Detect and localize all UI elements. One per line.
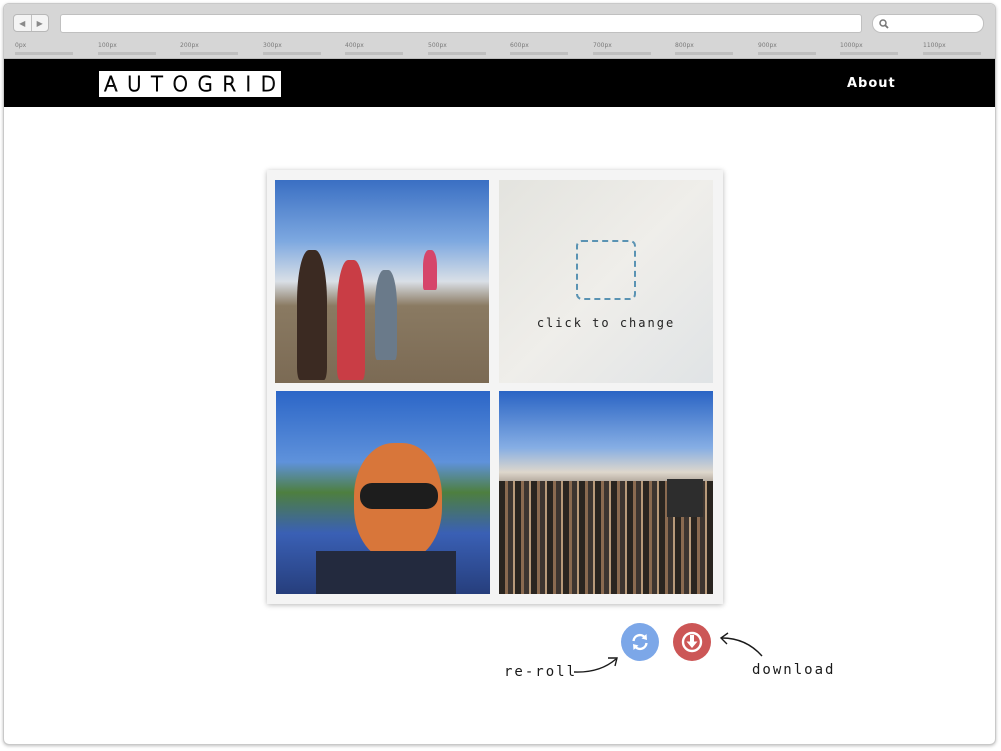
reroll-button[interactable] xyxy=(621,623,659,661)
dashed-drop-target-icon xyxy=(576,240,636,300)
logo-letter: A xyxy=(104,72,119,96)
ruler-tick: 900px xyxy=(758,42,816,55)
ruler-tick: 600px xyxy=(510,42,568,55)
history-buttons: ◀ ▶ xyxy=(13,14,49,32)
address-bar[interactable] xyxy=(60,14,862,33)
logo-letter: R xyxy=(222,72,237,96)
download-button[interactable] xyxy=(673,623,711,661)
festival-crowd-walking-photo[interactable] xyxy=(275,180,489,383)
photo-figure xyxy=(423,250,437,290)
ruler-tick: 0px xyxy=(15,42,73,55)
empty-slot[interactable]: click to change xyxy=(499,180,713,383)
browser-search-field[interactable] xyxy=(872,14,984,33)
photo-figure xyxy=(297,250,327,380)
logo-letter: U xyxy=(126,72,142,96)
face-paint-selfie-photo[interactable] xyxy=(276,391,490,594)
click-to-change-label: click to change xyxy=(536,316,676,330)
forward-icon[interactable]: ▶ xyxy=(32,15,49,31)
festival-audience-photo[interactable] xyxy=(499,391,713,594)
logo-letter: O xyxy=(172,72,189,96)
logo-letter: T xyxy=(150,72,164,96)
ruler-tick: 100px xyxy=(98,42,156,55)
browser-chrome: ◀ ▶ 0px 100px 200px 300px 400px 500px 60… xyxy=(4,4,995,59)
reroll-hint-label: re-roll xyxy=(504,664,578,680)
download-hint-label: download xyxy=(752,662,836,678)
autogrid-logo[interactable]: A U T O G R I D xyxy=(99,71,281,97)
back-icon[interactable]: ◀ xyxy=(14,15,32,31)
ruler-tick: 300px xyxy=(263,42,321,55)
download-hint-arrow-icon xyxy=(719,632,763,657)
ruler-tick: 700px xyxy=(593,42,651,55)
photo-figure xyxy=(337,260,365,380)
ruler-tick: 200px xyxy=(180,42,238,55)
refresh-icon xyxy=(632,633,648,651)
photo-figure xyxy=(375,270,397,360)
nav-about-link[interactable]: About xyxy=(847,76,896,91)
site-header: A U T O G R I D About xyxy=(4,59,995,107)
ruler-tick: 500px xyxy=(428,42,486,55)
logo-letter: I xyxy=(245,72,252,96)
photo-sunglasses xyxy=(360,483,438,509)
logo-letter: D xyxy=(260,72,276,96)
ruler-tick: 800px xyxy=(675,42,733,55)
reroll-hint-arrow-icon xyxy=(573,657,618,673)
download-arrow-icon xyxy=(681,631,703,653)
ruler-tick: 1000px xyxy=(840,42,898,55)
photo-shirt xyxy=(316,551,456,594)
magnifier-icon xyxy=(879,19,889,29)
logo-letter: G xyxy=(197,72,213,96)
pixel-ruler: 0px 100px 200px 300px 400px 500px 600px … xyxy=(4,42,995,58)
browser-window: ◀ ▶ 0px 100px 200px 300px 400px 500px 60… xyxy=(3,3,996,745)
ruler-tick: 1100px xyxy=(923,42,981,55)
photo-stage xyxy=(667,479,703,517)
photo-grid-card: click to change xyxy=(267,170,723,604)
ruler-tick: 400px xyxy=(345,42,403,55)
